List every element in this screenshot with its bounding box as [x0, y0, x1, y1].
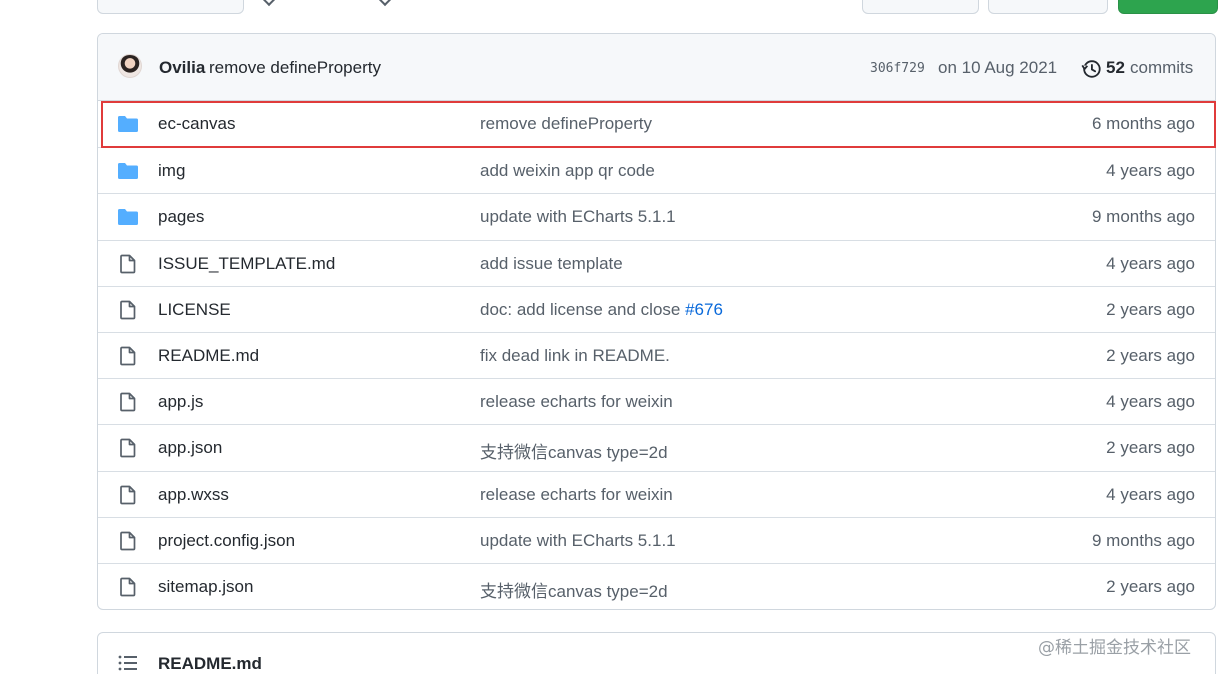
- commit-count-label[interactable]: commits: [1130, 58, 1193, 78]
- commit-author[interactable]: Ovilia: [159, 58, 205, 78]
- file-row[interactable]: pages update with ECharts 5.1.1 9 months a…: [98, 193, 1215, 239]
- avatar[interactable]: [118, 54, 142, 78]
- file-commit-message[interactable]: 支持微信canvas type=2d: [480, 577, 668, 602]
- folder-icon: [117, 114, 139, 134]
- file-icon: [117, 438, 139, 458]
- file-icon: [117, 254, 139, 274]
- file-age: 2 years ago: [1106, 576, 1195, 596]
- commit-message-text[interactable]: 支持微信canvas type=2d: [480, 443, 668, 462]
- file-age: 2 years ago: [1106, 299, 1195, 319]
- file-name-link[interactable]: pages: [158, 207, 204, 227]
- file-icon: [117, 531, 139, 551]
- folder-icon: [117, 207, 139, 227]
- file-commit-message[interactable]: release echarts for weixin: [480, 392, 673, 412]
- file-row[interactable]: app.wxss release echarts for weixin 4 year…: [98, 470, 1215, 517]
- file-rows: ec-canvas remove defineProperty 6 months a…: [98, 101, 1215, 609]
- file-row[interactable]: ISSUE_TEMPLATE.md add issue template 4 yea…: [98, 239, 1215, 286]
- file-commit-message[interactable]: 支持微信canvas type=2d: [480, 438, 668, 463]
- file-row[interactable]: ec-canvas remove defineProperty 6 months a…: [98, 101, 1215, 147]
- file-name-link[interactable]: app.json: [158, 438, 222, 458]
- file-row[interactable]: img add weixin app qr code 4 years ago: [98, 147, 1215, 193]
- file-icon: [117, 392, 139, 412]
- file-icon: [117, 346, 139, 366]
- file-row[interactable]: README.md fix dead link in README. 2 years…: [98, 331, 1215, 378]
- chevron-down-icon: [261, 0, 277, 7]
- commit-message-text[interactable]: 支持微信canvas type=2d: [480, 582, 668, 601]
- file-list-box: Ovilia remove defineProperty 306f729 on …: [97, 33, 1216, 610]
- file-name-link[interactable]: app.wxss: [158, 485, 229, 505]
- file-row[interactable]: sitemap.json 支持微信canvas type=2d 2 years ag…: [98, 562, 1215, 609]
- file-commit-message[interactable]: doc: add license and close #676: [480, 300, 723, 320]
- repository-page: Ovilia remove defineProperty 306f729 on …: [0, 0, 1218, 674]
- readme-title[interactable]: README.md: [158, 654, 262, 674]
- file-age: 4 years ago: [1106, 484, 1195, 504]
- commit-message[interactable]: remove defineProperty: [209, 58, 381, 78]
- file-commit-message[interactable]: fix dead link in README.: [480, 346, 670, 366]
- file-name-link[interactable]: ISSUE_TEMPLATE.md: [158, 254, 335, 274]
- file-commit-message[interactable]: update with ECharts 5.1.1: [480, 531, 676, 551]
- list-icon[interactable]: [118, 655, 138, 671]
- commit-message-text[interactable]: release echarts for weixin: [480, 485, 673, 504]
- latest-commit-bar: Ovilia remove defineProperty 306f729 on …: [98, 34, 1215, 101]
- branch-button[interactable]: [97, 0, 244, 14]
- commit-date: on 10 Aug 2021: [938, 58, 1058, 77]
- file-commit-message[interactable]: add weixin app qr code: [480, 161, 655, 181]
- commit-message-text[interactable]: release echarts for weixin: [480, 392, 673, 411]
- commit-message-text[interactable]: fix dead link in README.: [480, 346, 670, 365]
- file-commit-message[interactable]: update with ECharts 5.1.1: [480, 207, 676, 227]
- watermark: @稀土掘金技术社区: [1038, 638, 1191, 658]
- file-age: 9 months ago: [1091, 530, 1195, 550]
- commit-count[interactable]: 52: [1106, 58, 1125, 78]
- file-name-link[interactable]: project.config.json: [158, 531, 295, 551]
- file-age: 4 years ago: [1106, 253, 1195, 273]
- history-icon[interactable]: [1080, 58, 1102, 80]
- file-row[interactable]: LICENSE doc: add license and close #676 2 …: [98, 285, 1215, 332]
- file-name-link[interactable]: sitemap.json: [158, 577, 253, 597]
- go-to-file-button[interactable]: [862, 0, 979, 14]
- file-commit-message[interactable]: add issue template: [480, 254, 623, 274]
- commit-sha[interactable]: 306f729: [870, 61, 925, 76]
- file-name-link[interactable]: img: [158, 161, 185, 181]
- commit-message-text[interactable]: add weixin app qr code: [480, 161, 655, 180]
- file-commit-message[interactable]: release echarts for weixin: [480, 485, 673, 505]
- commit-message-text[interactable]: add issue template: [480, 254, 623, 273]
- commit-message-text[interactable]: remove defineProperty: [480, 114, 652, 133]
- file-row[interactable]: app.json 支持微信canvas type=2d 2 years ago: [98, 424, 1215, 470]
- file-age: 2 years ago: [1106, 345, 1195, 365]
- commit-message-text[interactable]: update with ECharts 5.1.1: [480, 207, 676, 226]
- file-icon: [117, 300, 139, 320]
- commit-message-text[interactable]: update with ECharts 5.1.1: [480, 531, 676, 550]
- add-file-button[interactable]: [988, 0, 1108, 14]
- code-button[interactable]: [1118, 0, 1218, 14]
- file-name-link[interactable]: README.md: [158, 346, 259, 366]
- file-icon: [117, 577, 139, 597]
- commit-message-text[interactable]: doc: add license and close: [480, 300, 685, 319]
- file-name-link[interactable]: LICENSE: [158, 300, 231, 320]
- file-row[interactable]: project.config.json update with ECharts 5…: [98, 516, 1215, 563]
- file-commit-message[interactable]: remove defineProperty: [480, 114, 652, 134]
- file-age: 4 years ago: [1106, 161, 1195, 181]
- file-name-link[interactable]: app.js: [158, 392, 203, 412]
- file-name-link[interactable]: ec-canvas: [158, 114, 235, 134]
- issue-link[interactable]: #676: [685, 300, 723, 319]
- file-age: 6 months ago: [1091, 114, 1195, 133]
- file-row[interactable]: app.js release echarts for weixin 4 years …: [98, 378, 1215, 424]
- file-icon: [117, 485, 139, 505]
- file-age: 9 months ago: [1091, 207, 1195, 227]
- chevron-down-icon: [377, 0, 393, 7]
- file-age: 2 years ago: [1106, 438, 1195, 458]
- file-age: 4 years ago: [1106, 392, 1195, 412]
- folder-icon: [117, 161, 139, 181]
